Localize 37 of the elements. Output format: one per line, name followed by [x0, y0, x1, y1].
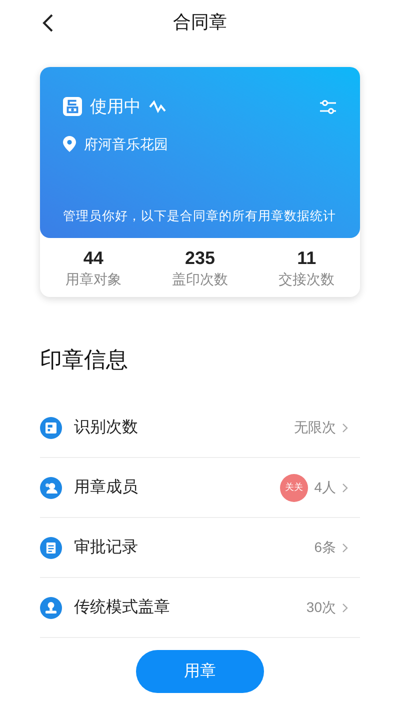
stat-value: 235 — [184, 246, 216, 268]
row-icon — [40, 416, 62, 438]
row-label: 识别次数 — [74, 418, 138, 438]
seal-icon — [63, 97, 82, 116]
chevron-icon — [342, 602, 348, 612]
row-value: 4人 — [314, 478, 336, 497]
stat-value: 11 — [297, 246, 316, 268]
chevron-icon — [342, 482, 348, 492]
back-icon — [42, 13, 54, 33]
info-row[interactable]: 用章成员 关关 4人 — [40, 458, 360, 518]
greeting-text: 管理员你好，以下是合同章的所有用章数据统计 — [63, 208, 337, 226]
stat-label: 交接次数 — [278, 270, 335, 288]
row-icon — [40, 536, 62, 558]
stat-label: 盖印次数 — [172, 270, 228, 288]
row-value: 无限次 — [294, 418, 336, 437]
row-value: 30次 — [306, 598, 336, 617]
location-pin-icon — [63, 136, 76, 152]
activity-icon — [149, 98, 167, 115]
row-label: 审批记录 — [74, 538, 138, 558]
row-value: 6条 — [314, 538, 336, 557]
chevron-icon — [342, 542, 348, 552]
status-label: 使用中 — [90, 96, 141, 118]
info-row[interactable]: 识别次数 无限次 — [40, 398, 360, 458]
stat-value: 44 — [83, 246, 104, 268]
stat-label: 用章对象 — [65, 270, 122, 288]
member-avatar: 关关 — [280, 474, 308, 502]
row-label: 传统模式盖章 — [74, 598, 170, 618]
page-title: 合同章 — [173, 11, 227, 34]
info-row[interactable]: 审批记录 6条 — [40, 518, 360, 578]
location-text: 府河音乐花园 — [84, 134, 168, 154]
info-row[interactable]: 传统模式盖章 30次 — [40, 578, 360, 638]
section-title: 印章信息 — [40, 346, 129, 374]
row-icon — [40, 596, 62, 618]
row-label: 用章成员 — [74, 478, 138, 498]
chevron-icon — [342, 422, 348, 432]
settings-icon[interactable] — [319, 98, 337, 115]
row-icon — [40, 476, 62, 498]
